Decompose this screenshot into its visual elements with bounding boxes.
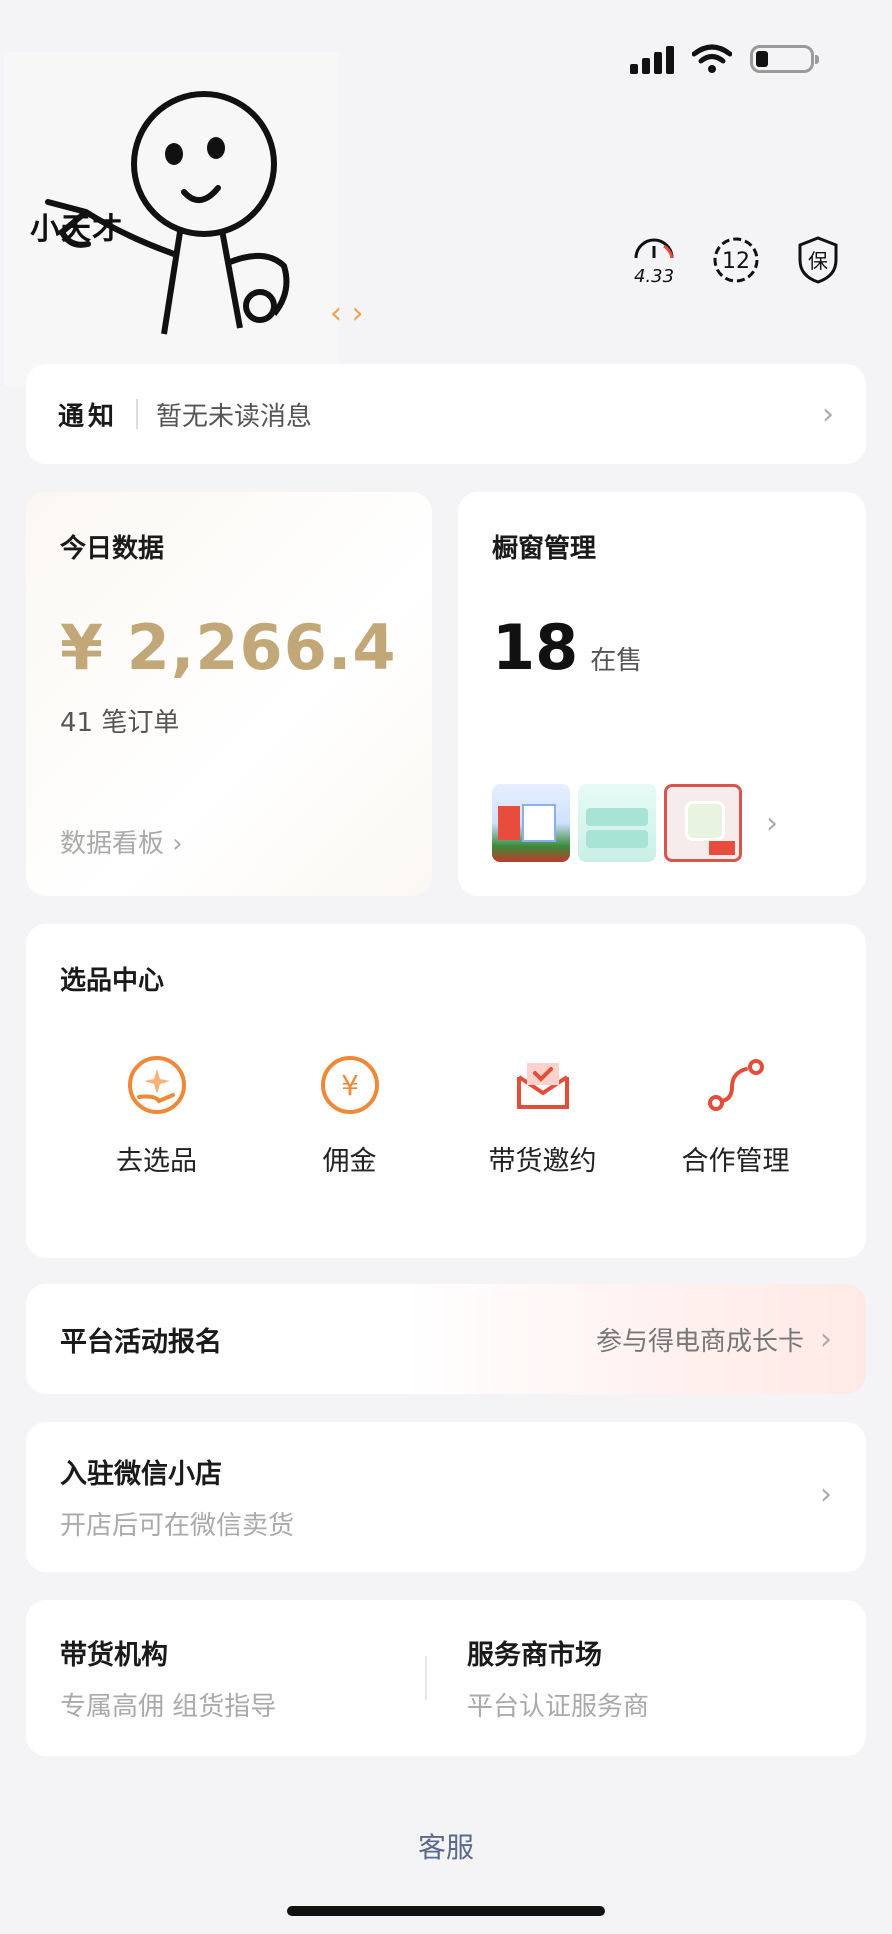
- today-amount: ¥ 2,266.4: [60, 611, 397, 684]
- window-title: 橱窗管理: [492, 534, 597, 564]
- today-data-card[interactable]: 今日数据 ¥ 2,266.4 41 笔订单 数据看板 ›: [26, 492, 432, 896]
- activity-subtitle: 参与得电商成长卡: [595, 1326, 804, 1357]
- agency-entry[interactable]: 带货机构 专属高佣 组货指导: [60, 1633, 425, 1723]
- level-value: 12: [722, 249, 750, 274]
- market-subtitle: 平台认证服务商: [467, 1692, 650, 1722]
- profile-chevron-icon[interactable]: ‹ ›: [330, 296, 364, 331]
- guarantee-text: 保: [808, 249, 828, 273]
- hand-star-icon: [127, 1056, 186, 1114]
- product-thumbnails: ›: [492, 784, 778, 862]
- window-count-number: 18: [492, 611, 579, 684]
- notice-bar[interactable]: 通知 暂无未读消息 ›: [26, 364, 866, 464]
- window-management-card[interactable]: 橱窗管理 18 在售 ›: [458, 492, 866, 896]
- chevron-right-icon: ›: [822, 396, 834, 432]
- header-badges: 4.33 12 保: [628, 234, 844, 286]
- customer-service-link[interactable]: 客服: [0, 1826, 892, 1866]
- product-thumbnail[interactable]: [664, 784, 742, 862]
- svg-text:¥: ¥: [341, 1069, 359, 1102]
- tool-label: 去选品: [116, 1146, 197, 1177]
- agency-title: 带货机构: [60, 1640, 168, 1671]
- chevron-right-icon: ›: [820, 1477, 832, 1512]
- score-value: 4.33: [634, 266, 674, 286]
- tool-label: 佣金: [322, 1146, 377, 1177]
- product-thumbnail[interactable]: [492, 784, 570, 862]
- shield-icon: 保: [798, 236, 838, 284]
- avatar-sticker[interactable]: 小天才: [4, 52, 338, 386]
- window-count-unit: 在售: [590, 646, 643, 676]
- tool-cooperation[interactable]: 合作管理: [639, 1053, 832, 1178]
- tool-commission[interactable]: ¥ 佣金: [253, 1053, 446, 1178]
- envelope-icon: [516, 1063, 569, 1109]
- path-nodes-icon: [707, 1059, 764, 1111]
- notice-divider: [136, 399, 139, 429]
- status-bar-icons: [630, 44, 819, 74]
- market-entry[interactable]: 服务商市场 平台认证服务商: [467, 1633, 832, 1723]
- home-indicator[interactable]: [287, 1906, 605, 1916]
- tool-label: 带货邀约: [488, 1146, 597, 1177]
- data-board-link[interactable]: 数据看板 ›: [60, 823, 183, 860]
- wxshop-title: 入驻微信小店: [60, 1459, 222, 1490]
- score-badge[interactable]: 4.33: [628, 234, 680, 286]
- tool-invitation[interactable]: 带货邀约: [446, 1053, 639, 1178]
- cellular-signal-icon: [630, 44, 674, 74]
- data-board-label: 数据看板: [60, 829, 165, 859]
- selection-tools: 去选品 ¥ 佣金 带货邀约 合作管理: [60, 1053, 832, 1178]
- market-title: 服务商市场: [467, 1640, 602, 1671]
- agency-market-card: 带货机构 专属高佣 组货指导 服务商市场 平台认证服务商: [26, 1600, 866, 1756]
- chevron-right-icon: ›: [172, 829, 183, 859]
- selection-center-title: 选品中心: [60, 966, 165, 996]
- today-orders: 41 笔订单: [60, 708, 180, 738]
- chevron-right-icon: ›: [766, 805, 778, 841]
- yen-coin-icon: ¥: [320, 1056, 379, 1114]
- selection-center-card: 选品中心 去选品 ¥ 佣金 带货邀约 合作管理: [26, 924, 866, 1258]
- chevron-right-icon: ›: [820, 1321, 832, 1357]
- wechat-shop-row[interactable]: 入驻微信小店 开店后可在微信卖货 ›: [26, 1422, 866, 1572]
- sticker-caption: 小天才: [30, 212, 123, 247]
- product-thumbnail[interactable]: [578, 784, 656, 862]
- notice-text: 暂无未读消息: [156, 401, 313, 432]
- battery-icon: [750, 45, 819, 73]
- today-title: 今日数据: [60, 534, 165, 564]
- activity-title: 平台活动报名: [60, 1326, 222, 1358]
- platform-activity-row[interactable]: 平台活动报名 参与得电商成长卡 ›: [26, 1284, 866, 1394]
- tool-label: 合作管理: [681, 1146, 790, 1177]
- guarantee-badge[interactable]: 保: [792, 234, 844, 286]
- notice-title: 通知: [58, 401, 119, 432]
- gauge-icon: 4.33: [634, 238, 674, 286]
- level-circle-icon: 12: [713, 237, 759, 283]
- wxshop-subtitle: 开店后可在微信卖货: [60, 1511, 295, 1541]
- wifi-icon: [692, 44, 732, 73]
- divider: [425, 1656, 427, 1700]
- tool-select-products[interactable]: 去选品: [60, 1053, 253, 1178]
- window-count: 18 在售: [492, 611, 832, 684]
- level-badge[interactable]: 12: [710, 234, 762, 286]
- agency-subtitle: 专属高佣 组货指导: [60, 1692, 277, 1722]
